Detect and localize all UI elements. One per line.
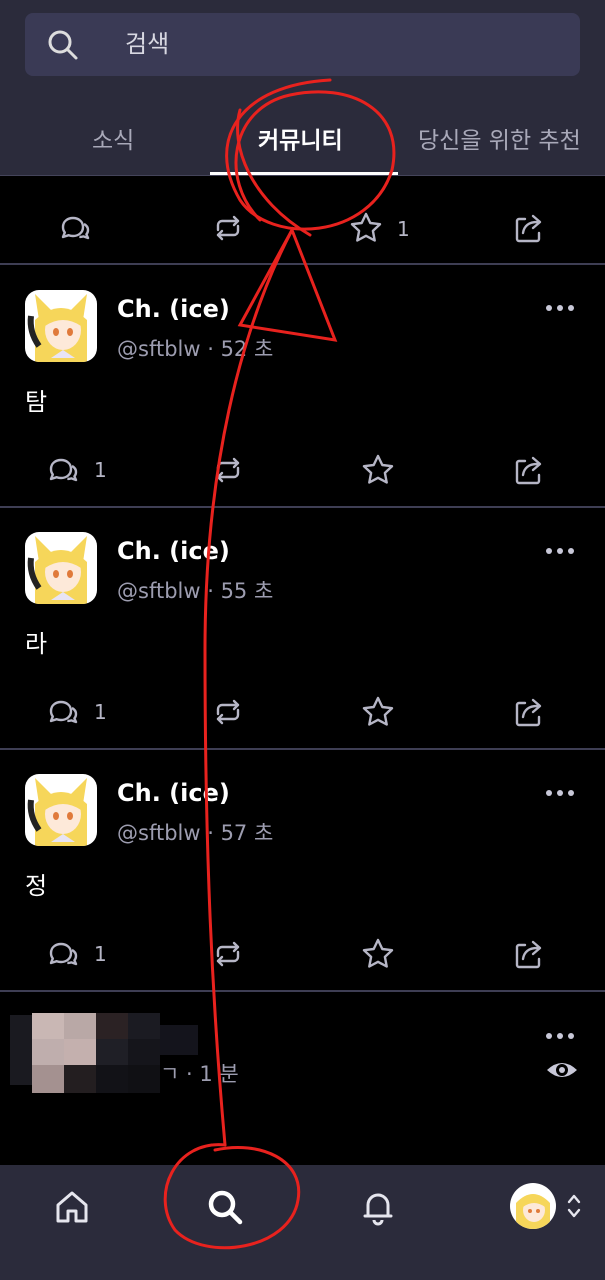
share-button[interactable]: [511, 452, 547, 488]
reply-button[interactable]: [45, 452, 81, 488]
reply-count: 1: [94, 942, 107, 966]
account-switch-icon[interactable]: [565, 1190, 583, 1222]
share-button[interactable]: [511, 936, 547, 972]
author-name[interactable]: Ch. (ice): [117, 295, 230, 323]
tab-community[interactable]: 커뮤니티: [258, 110, 343, 172]
header-divider: [0, 175, 605, 176]
search-icon[interactable]: [205, 1187, 245, 1227]
favorite-button[interactable]: [360, 452, 396, 488]
boost-button[interactable]: [210, 452, 246, 488]
favorite-count: 1: [397, 217, 410, 241]
search-icon: [47, 29, 79, 61]
favorite-button[interactable]: [360, 694, 396, 730]
reply-count: 1: [94, 458, 107, 482]
post-content: 정: [25, 872, 48, 900]
account-avatar[interactable]: [510, 1183, 556, 1229]
author-name[interactable]: Ch. (ice): [117, 779, 230, 807]
post-content: 라: [25, 630, 48, 658]
author-handle: ㄱ · 1 분: [160, 1062, 239, 1086]
boost-button[interactable]: [210, 210, 246, 246]
author-handle: @sftblw · 55 초: [117, 579, 274, 603]
post-divider: [0, 748, 605, 750]
reply-button[interactable]: [45, 936, 81, 972]
share-button[interactable]: [511, 694, 547, 730]
share-button[interactable]: [511, 210, 547, 246]
tab-for-you[interactable]: 당신을 위한 추천: [418, 110, 581, 172]
reply-button[interactable]: [57, 210, 93, 246]
favorite-button[interactable]: [348, 210, 384, 246]
post-content: 탐: [25, 388, 48, 416]
avatar[interactable]: [25, 290, 97, 362]
avatar[interactable]: [25, 532, 97, 604]
search-bar[interactable]: [25, 13, 580, 76]
eye-icon[interactable]: [545, 1055, 579, 1085]
more-icon[interactable]: [546, 546, 576, 556]
reply-button[interactable]: [45, 694, 81, 730]
post-divider: [0, 990, 605, 992]
author-handle: @sftblw · 52 초: [117, 337, 274, 361]
more-icon[interactable]: [546, 1031, 576, 1041]
bell-icon[interactable]: [358, 1187, 398, 1227]
favorite-button[interactable]: [360, 936, 396, 972]
post-divider: [0, 506, 605, 508]
reply-count: 1: [94, 700, 107, 724]
boost-button[interactable]: [210, 694, 246, 730]
search-input[interactable]: [125, 13, 545, 76]
header: 소식 커뮤니티 당신을 위한 추천: [0, 0, 605, 175]
post-divider: [0, 263, 605, 265]
bottom-navigation: [0, 1165, 605, 1280]
author-name[interactable]: Ch. (ice): [117, 537, 230, 565]
author-handle: @sftblw · 57 초: [117, 821, 274, 845]
more-icon[interactable]: [546, 303, 576, 313]
tab-news[interactable]: 소식: [92, 110, 134, 172]
avatar[interactable]: [25, 774, 97, 846]
more-icon[interactable]: [546, 788, 576, 798]
home-icon[interactable]: [52, 1187, 92, 1227]
boost-button[interactable]: [210, 936, 246, 972]
